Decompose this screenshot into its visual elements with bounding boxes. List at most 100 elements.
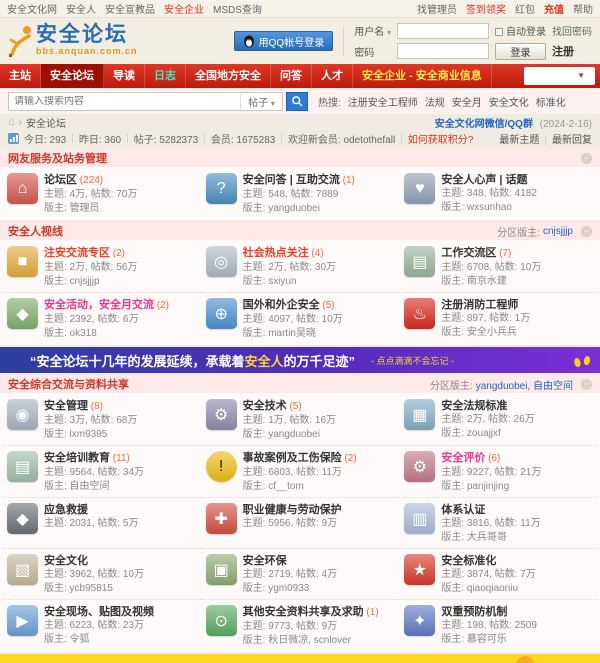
forum-stats: 主题: 5956, 帖数: 9万 <box>243 518 342 530</box>
home-icon[interactable]: ⌂ <box>8 116 15 128</box>
moderator-link[interactable]: yangduobei, 自由空间 <box>476 377 573 392</box>
forum-link[interactable]: 安全标准化 <box>441 555 496 567</box>
wechat-qq-group-link[interactable]: 安全文化网微信/QQ群 <box>435 119 533 130</box>
forum-icon[interactable]: ▧ <box>7 554 38 585</box>
hot-search-link[interactable]: 安全文化 <box>489 98 529 109</box>
login-button[interactable]: 登录 <box>495 43 546 60</box>
forum-icon[interactable]: ▤ <box>7 451 38 482</box>
topbar-link[interactable]: 红包 <box>515 5 535 16</box>
forum-link[interactable]: 社会热点关注 <box>243 247 309 259</box>
nav-item[interactable]: 安全企业 - 安全商业信息 <box>353 64 492 88</box>
search-input[interactable] <box>9 96 240 107</box>
hot-search-link[interactable]: 法规 <box>425 98 445 109</box>
forum-icon[interactable]: ⌂ <box>7 173 38 204</box>
forum-link[interactable]: 安全培训教育 <box>44 452 110 464</box>
nav-item[interactable]: 主站 <box>0 64 41 88</box>
stats-link[interactable]: 最新回复 <box>552 135 592 146</box>
forum-icon[interactable]: ? <box>206 173 237 204</box>
section-title: 安全人视线 <box>8 223 63 239</box>
forum-link[interactable]: 安全问答 | 互助交流 <box>243 174 340 186</box>
quick-nav-button[interactable]: 快捷导航▼ <box>524 67 595 85</box>
collapse-icon[interactable]: − <box>581 226 592 237</box>
forum-icon[interactable]: ▦ <box>404 399 435 430</box>
topbar-link[interactable]: 帮助 <box>573 5 593 16</box>
forum-icon[interactable]: ✦ <box>404 605 435 636</box>
breadcrumb-current[interactable]: 安全论坛 <box>26 115 66 130</box>
forum-icon[interactable]: ✚ <box>206 503 237 534</box>
forum-link[interactable]: 体系认证 <box>441 504 485 516</box>
topbar-link[interactable]: 安全人 <box>66 5 96 16</box>
forum-icon[interactable]: ◎ <box>206 246 237 277</box>
nav-item[interactable]: 全国地方安全 <box>186 64 271 88</box>
auto-login-checkbox[interactable]: 自动登录 <box>495 23 546 38</box>
hot-search-link[interactable]: 注册安全工程师 <box>348 98 418 109</box>
forum-link[interactable]: 论坛区 <box>44 174 77 186</box>
forum-icon[interactable]: ! <box>206 451 237 482</box>
search-type-select[interactable]: 帖子 ▾ <box>240 94 282 109</box>
stats-link[interactable]: 最新主题 <box>499 135 539 146</box>
forum-icon[interactable]: ⚙ <box>404 451 435 482</box>
forum-icon[interactable]: ▥ <box>404 503 435 534</box>
forum-icon[interactable]: ■ <box>7 246 38 277</box>
bottom-ad-strip[interactable] <box>0 654 600 663</box>
forum-link[interactable]: 安全活动，安全月交流 <box>44 299 154 311</box>
topbar-link[interactable]: 签到领奖 <box>466 5 506 16</box>
forum-link[interactable]: 其他安全资料共享及求助 <box>243 606 364 618</box>
forum-link[interactable]: 工作交流区 <box>441 247 496 259</box>
search-button[interactable] <box>286 92 308 111</box>
collapse-icon[interactable]: − <box>581 153 592 164</box>
forum-link[interactable]: 职业健康与劳动保护 <box>243 504 342 516</box>
forum-link[interactable]: 安全法规标准 <box>441 400 507 412</box>
topbar-link[interactable]: 安全文化网 <box>7 5 57 16</box>
forum-link[interactable]: 注安交流专区 <box>44 247 110 259</box>
forum-link[interactable]: 安全文化 <box>44 555 88 567</box>
how-to-get-points-link[interactable]: 如何获取积分? <box>408 131 474 146</box>
forum-icon[interactable]: ⊙ <box>206 605 237 636</box>
forum-link[interactable]: 安全评价 <box>441 452 485 464</box>
forum-icon[interactable]: ▣ <box>206 554 237 585</box>
forum-icon[interactable]: ▤ <box>404 246 435 277</box>
forum-link[interactable]: 安全技术 <box>243 400 287 412</box>
topbar-link[interactable]: 安全宣教品 <box>105 5 155 16</box>
password-field[interactable] <box>397 43 489 59</box>
forum-icon[interactable]: ◆ <box>7 503 38 534</box>
topbar-link[interactable]: 充值 <box>544 5 564 16</box>
forum-icon[interactable]: ♨ <box>404 298 435 329</box>
forum-link[interactable]: 安全人心声 | 话题 <box>441 174 527 186</box>
collapse-icon[interactable]: − <box>581 379 592 390</box>
forum-icon[interactable]: ▶ <box>7 605 38 636</box>
forum-item: ♨注册消防工程师主题: 897, 帖数: 1万版主: 安全小兵兵 <box>399 292 598 344</box>
forum-icon[interactable]: ◉ <box>7 399 38 430</box>
username-field[interactable] <box>397 23 489 39</box>
topbar-link[interactable]: 找管理员 <box>417 5 457 16</box>
forum-icon[interactable]: ★ <box>404 554 435 585</box>
forum-link[interactable]: 国外和外企安全 <box>243 299 320 311</box>
nav-item[interactable]: 导读 <box>104 64 145 88</box>
forum-icon[interactable]: ♥ <box>404 173 435 204</box>
forum-link[interactable]: 应急救援 <box>44 504 88 516</box>
forum-link[interactable]: 事故案例及工伤保险 <box>243 452 342 464</box>
forgot-password-link[interactable]: 找回密码 <box>552 23 592 38</box>
forum-link[interactable]: 注册消防工程师 <box>441 299 518 311</box>
nav-item[interactable]: 问答 <box>271 64 312 88</box>
nav-item[interactable]: 人才 <box>312 64 353 88</box>
moderator-link[interactable]: cnjsjjjp <box>543 226 573 237</box>
forum-icon[interactable]: ◆ <box>7 298 38 329</box>
hot-search-link[interactable]: 标准化 <box>536 98 566 109</box>
promo-banner[interactable]: “安全论坛十几年的发展延续，承载着安全人的万千足迹” - 点点滴滴不会忘记 - <box>0 347 600 373</box>
forum-link[interactable]: 安全环保 <box>243 555 287 567</box>
hot-search-link[interactable]: 安全月 <box>452 98 482 109</box>
qq-login-button[interactable]: 用QQ帐号登录 <box>234 31 334 51</box>
topbar-link[interactable]: 安全企业 <box>164 5 204 16</box>
forum-icon[interactable]: ⊕ <box>206 298 237 329</box>
nav-item[interactable]: 日志 <box>145 64 186 88</box>
topbar-link[interactable]: MSDS查询 <box>213 5 262 16</box>
separator: | <box>71 133 74 144</box>
forum-link[interactable]: 双重预防机制 <box>441 606 507 618</box>
register-link[interactable]: 注册 <box>552 43 592 59</box>
nav-item[interactable]: 安全论坛 <box>41 64 104 88</box>
forum-icon[interactable]: ⚙ <box>206 399 237 430</box>
forum-link[interactable]: 安全现场、贴图及视频 <box>44 606 154 618</box>
forum-link[interactable]: 安全管理 <box>44 400 88 412</box>
site-logo[interactable]: 安全论坛 bbs.anquan.com.cn <box>8 24 138 58</box>
